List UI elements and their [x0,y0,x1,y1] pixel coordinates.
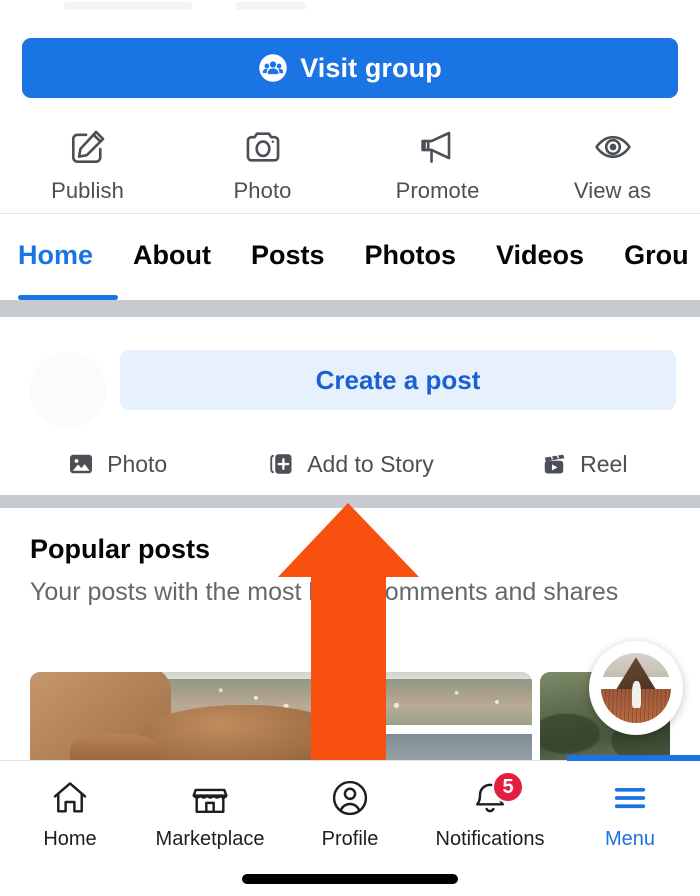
action-publish[interactable]: Publish [0,112,175,204]
action-publish-label: Publish [51,178,124,203]
tab-photos[interactable]: Photos [365,240,457,275]
bottom-navigation-bar: Home Marketplace Profile 5 Notifications… [0,755,700,896]
menu-active-indicator [567,755,700,761]
nav-item-marketplace[interactable]: Marketplace [140,777,280,851]
tab-home-label: Home [18,240,94,270]
popular-posts-section: Popular posts Your posts with the most l… [0,508,700,611]
section-divider-1 [0,300,700,317]
nav-item-home[interactable]: Home [0,777,140,851]
nav-item-notifications-label: Notifications [435,828,545,850]
tab-groups-label: Grou [624,240,689,270]
add-to-story-icon [270,454,292,474]
coastal-boulders-photo[interactable] [30,672,532,760]
home-icon [53,782,87,813]
quick-action-photo[interactable]: Photo [0,449,233,479]
popular-posts-subtitle: Your posts with the most likes, comments… [30,578,619,606]
action-photo[interactable]: Photo [175,112,350,204]
tab-about-label: About [133,240,211,270]
megaphone-icon [420,131,450,163]
profile-person-icon [332,780,368,816]
quick-action-photo-label: Photo [107,450,168,477]
popular-posts-title: Popular posts [30,534,211,564]
page-action-row: Publish Photo Promote View as [0,112,700,214]
sliver-block-1 [64,2,192,10]
nav-item-marketplace-label: Marketplace [155,828,265,850]
quick-action-add-to-story-label: Add to Story [307,450,434,477]
reel-clapper-icon [544,454,565,474]
eye-icon [594,135,631,159]
tab-home[interactable]: Home [18,240,93,275]
compose-pencil-icon [71,130,104,164]
section-divider-2 [0,495,700,508]
story-thumbnail-image [601,653,671,723]
notifications-badge: 5 [492,771,524,803]
hamburger-menu-icon [614,787,646,809]
camera-icon [246,132,279,162]
sliver-block-2 [236,2,306,10]
page-tab-bar: Home About Posts Photos Videos Grou [0,215,700,300]
tab-videos-label: Videos [496,240,585,270]
tab-posts[interactable]: Posts [251,240,325,275]
nav-item-menu-label: Menu [604,828,656,850]
nav-item-profile[interactable]: Profile [280,777,420,851]
tab-groups[interactable]: Grou [624,240,689,275]
popular-posts-photo-strip [30,672,670,760]
action-photo-label: Photo [233,178,292,203]
visit-group-label: Visit group [300,52,442,83]
photo-image-icon [70,454,93,474]
facebook-page-screen: Visit group Publish Photo Promote View a… [0,0,700,896]
create-a-post-button[interactable]: Create a post [120,350,676,410]
quick-action-reel-label: Reel [580,450,628,477]
coastal-boulders-image [30,672,532,760]
marketplace-storefront-icon [192,788,228,814]
tab-about[interactable]: About [133,240,211,275]
visit-group-button[interactable]: Visit group [22,38,678,98]
action-promote-label: Promote [395,178,480,203]
story-thumbnail-bubble[interactable] [589,641,683,735]
create-a-post-label: Create a post [315,364,481,395]
nav-item-profile-label: Profile [321,828,379,850]
nav-item-home-label: Home [43,828,97,850]
group-people-icon [259,54,287,82]
cut-off-content-sliver [0,0,700,14]
nav-item-menu[interactable]: Menu [560,777,700,851]
nav-item-notifications[interactable]: 5 Notifications [420,771,560,851]
home-indicator-bar [242,874,458,884]
action-view-as-label: View as [573,178,652,203]
action-view-as[interactable]: View as [525,112,700,204]
action-promote[interactable]: Promote [350,112,525,204]
tab-photos-label: Photos [364,240,457,270]
tab-videos[interactable]: Videos [496,240,584,275]
quick-action-add-to-story[interactable]: Add to Story [233,449,466,479]
quick-action-reel[interactable]: Reel [467,449,700,479]
composer-avatar[interactable] [30,352,106,428]
composer-quick-actions: Photo Add to Story Reel [0,438,700,490]
tab-posts-label: Posts [250,240,325,270]
